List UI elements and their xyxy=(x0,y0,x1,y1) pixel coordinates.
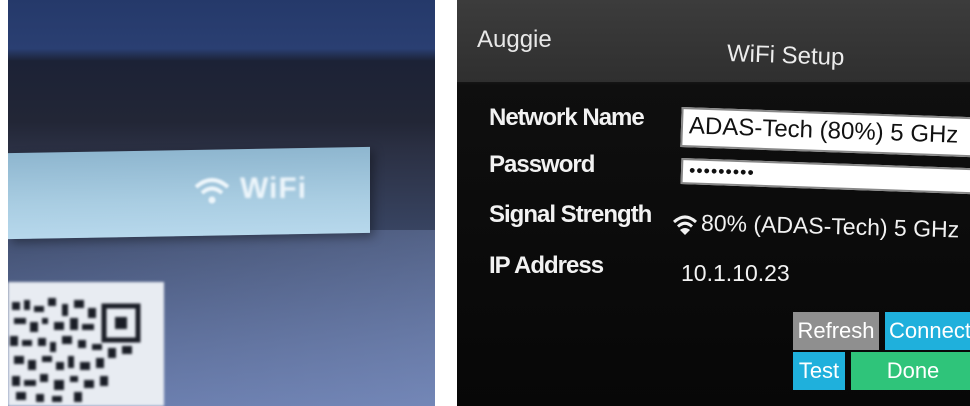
ip-address-label: IP Address xyxy=(489,252,604,279)
wifi-header-bar xyxy=(8,146,370,240)
signal-strength-value: 80% (ADAS-Tech) 5 GHz xyxy=(700,209,960,243)
device-screen: Auggie WiFi Setup Network Name ADAS-Tech… xyxy=(457,0,970,406)
screen-title: WiFi Setup xyxy=(726,39,845,72)
password-label: Password xyxy=(489,151,595,178)
password-field[interactable]: ••••••••• xyxy=(680,158,970,195)
right-photo-panel: Auggie WiFi Setup Network Name ADAS-Tech… xyxy=(457,0,970,406)
signal-strength-label: Signal Strength xyxy=(489,201,652,228)
qr-code xyxy=(8,282,164,406)
test-button[interactable]: Test xyxy=(793,352,845,390)
left-photo-panel: WiFi xyxy=(8,0,435,406)
network-name-label: Network Name xyxy=(489,104,645,131)
wifi-signal-icon xyxy=(673,215,697,235)
connect-button[interactable]: Connect xyxy=(885,312,970,350)
refresh-button[interactable]: Refresh xyxy=(793,312,879,350)
network-name-field[interactable]: ADAS-Tech (80%) 5 GHz xyxy=(680,107,970,158)
ip-address-value: 10.1.10.23 xyxy=(681,260,790,286)
done-button[interactable]: Done xyxy=(851,352,970,390)
wifi-label: WiFi xyxy=(240,172,308,205)
wifi-icon xyxy=(194,178,230,204)
app-name: Auggie xyxy=(477,26,552,53)
